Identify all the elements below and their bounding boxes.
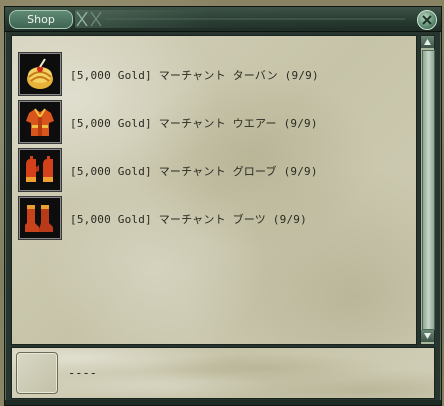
item-slot[interactable] — [18, 52, 62, 96]
item-detail-panel: ---- — [11, 347, 435, 399]
scroll-down-button[interactable] — [421, 330, 434, 342]
item-label: [5,000 Gold] マーチャント ブーツ (9/9) — [70, 213, 307, 226]
detail-item-slot[interactable] — [16, 352, 58, 394]
arrow-down-icon — [424, 333, 431, 339]
item-label: [5,000 Gold] マーチャント ターバン (9/9) — [70, 69, 319, 82]
item-label: [5,000 Gold] マーチャント グローブ (9/9) — [70, 165, 318, 178]
shop-window: Shop [5,000 Gold] マーチャント ターバン (9/9) [5,0… — [4, 6, 442, 406]
item-list: [5,000 Gold] マーチャント ターバン (9/9) [5,000 Go… — [11, 35, 417, 345]
gloves-icon — [26, 156, 53, 182]
detail-description: ---- — [68, 366, 97, 380]
turban-icon — [27, 58, 53, 89]
wear-icon — [26, 108, 54, 136]
title-bar[interactable]: Shop — [5, 7, 441, 32]
scroll-thumb[interactable] — [422, 50, 435, 330]
window-title: Shop — [9, 10, 73, 29]
item-slot[interactable] — [18, 196, 62, 240]
item-slot[interactable] — [18, 100, 62, 144]
list-item[interactable]: [5,000 Gold] マーチャント ブーツ (9/9) — [18, 196, 408, 240]
list-item[interactable]: [5,000 Gold] マーチャント ターバン (9/9) — [18, 52, 408, 96]
list-item[interactable]: [5,000 Gold] マーチャント グローブ (9/9) — [18, 148, 408, 192]
scroll-up-button[interactable] — [421, 36, 434, 48]
close-icon — [422, 15, 432, 25]
close-button[interactable] — [417, 10, 437, 30]
scrollbar[interactable] — [420, 35, 435, 345]
boots-icon — [25, 205, 53, 232]
item-label: [5,000 Gold] マーチャント ウエアー (9/9) — [70, 117, 318, 130]
item-slot[interactable] — [18, 148, 62, 192]
window-bottom-border — [5, 400, 441, 405]
arrow-up-icon — [424, 39, 431, 45]
title-decoration — [75, 10, 415, 28]
list-item[interactable]: [5,000 Gold] マーチャント ウエアー (9/9) — [18, 100, 408, 144]
